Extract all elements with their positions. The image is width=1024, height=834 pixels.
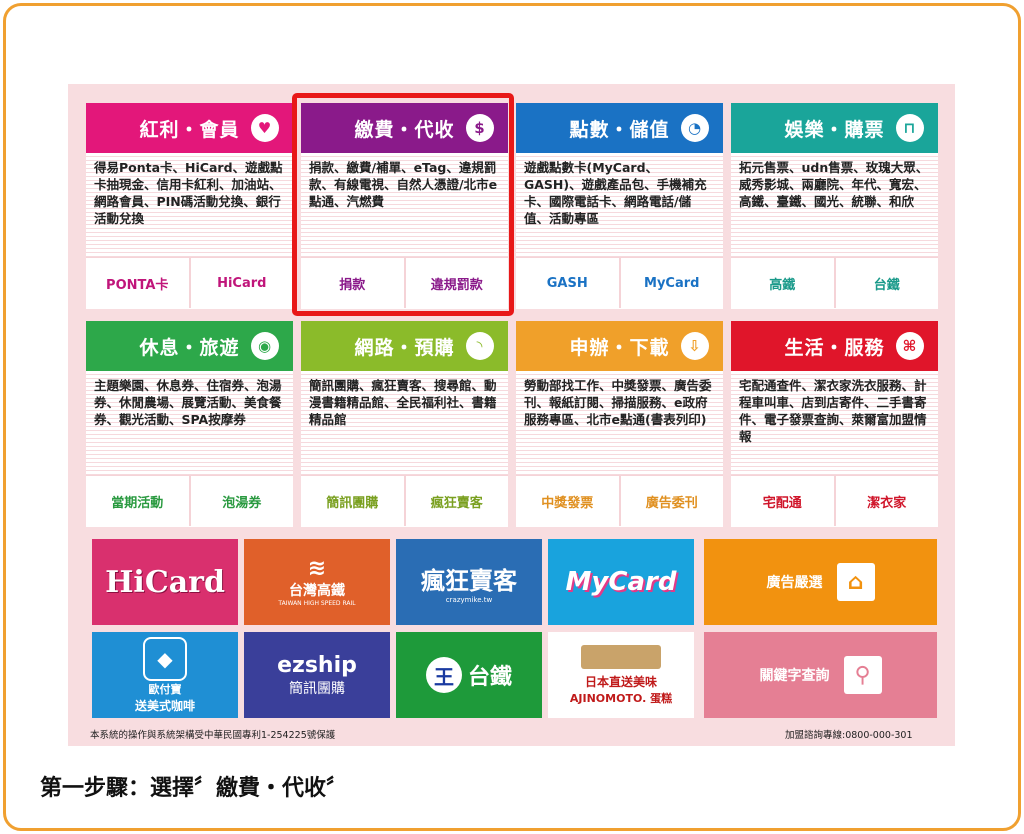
- hicard-logo: HiCard: [105, 564, 225, 600]
- category-link[interactable]: 台鐵: [835, 258, 938, 308]
- category-link[interactable]: MyCard: [620, 258, 723, 308]
- rss-icon: ◝: [466, 332, 494, 360]
- mycard-logo: MyCard: [565, 567, 677, 597]
- category-title: 休息・旅遊: [139, 336, 240, 359]
- category-links: 當期活動 泡湯券: [86, 475, 293, 526]
- thsr-en-label: TAIWAN HIGH SPEED RAIL: [278, 599, 356, 607]
- category-title: 生活・服務: [784, 336, 885, 359]
- category-links: 中獎發票 廣告委刊: [516, 475, 723, 526]
- category-card[interactable]: 紅利・會員 ♥ 得易Ponta卡、HiCard、遊戲點卡抽現金、信用卡紅利、加油站、…: [86, 103, 293, 309]
- category-card[interactable]: 娛樂・購票 ⊓ 拓元售票、udn售票、玫瑰大眾、威秀影城、兩廳院、年代、寬宏、高鐵、…: [731, 103, 938, 309]
- category-link[interactable]: 瘋狂賣客: [405, 476, 508, 526]
- selection-highlight: [292, 93, 514, 316]
- ajinomoto-line2: AJINOMOTO. 蛋糕: [569, 691, 673, 705]
- category-links: 宅配通 潔衣家: [731, 475, 938, 526]
- thsr-logo-icon: ≋: [307, 555, 327, 581]
- home-icon: ⌂: [836, 563, 875, 601]
- category-card[interactable]: 點數・儲值 ◔ 遊戲點數卡(MyCard、GASH)、遊戲產品包、手機補充卡、國際電…: [516, 103, 723, 309]
- opay-name: 歐付寶: [148, 682, 182, 696]
- pacman-icon: ◔: [681, 114, 709, 142]
- tra-logo-icon: 王: [425, 657, 462, 693]
- category-card[interactable]: 申辦・下載 ⇩ 勞動部找工作、中獎發票、廣告委刊、報紙訂閱、掃描服務、e政府服務專區…: [516, 321, 723, 527]
- heart-icon: ♥: [251, 114, 279, 142]
- ajinomoto-line1: 日本直送美味: [584, 674, 657, 689]
- category-link[interactable]: 高鐵: [731, 258, 834, 308]
- tra-tile[interactable]: 王 台鐵: [396, 632, 542, 718]
- search-icon: ⚲: [843, 656, 882, 694]
- category-card[interactable]: 網路・預購 ◝ 簡訊團購、瘋狂賣客、搜尋館、動漫書籍精品館、全民福利社、書籍精品館簡…: [301, 321, 508, 527]
- category-links: 簡訊團購 瘋狂賣客: [301, 475, 508, 526]
- camera-icon: ◉: [251, 332, 279, 360]
- category-title: 申辦・下載: [569, 336, 670, 359]
- category-header[interactable]: 生活・服務 ⌘: [731, 321, 938, 371]
- category-header[interactable]: 休息・旅遊 ◉: [86, 321, 293, 371]
- category-links: 高鐵 台鐵: [731, 257, 938, 308]
- ezship-tile[interactable]: ezship 簡訊團購: [244, 632, 390, 718]
- opay-sub: 送美式咖啡: [134, 698, 195, 713]
- patent-notice: 本系統的操作與系統架構受中華民國專利1-254225號保護: [90, 730, 336, 741]
- category-link[interactable]: 泡湯券: [190, 476, 293, 526]
- category-title: 點數・儲值: [569, 118, 670, 141]
- thsr-label: 台灣高鐵: [289, 582, 345, 599]
- step-caption: 第一步驟：選擇〞繳費・代收〞: [40, 776, 349, 801]
- cake-icon: [581, 644, 661, 669]
- category-link[interactable]: 中獎發票: [516, 476, 619, 526]
- category-link[interactable]: HiCard: [190, 258, 293, 308]
- category-title: 娛樂・購票: [784, 118, 885, 141]
- category-title: 紅利・會員: [139, 118, 240, 141]
- ad-select-label: 廣告嚴選: [766, 575, 823, 591]
- category-link[interactable]: 簡訊團購: [301, 476, 404, 526]
- category-link[interactable]: 當期活動: [86, 476, 189, 526]
- hicard-tile[interactable]: HiCard: [92, 539, 238, 625]
- ezship-sub: 簡訊團購: [289, 680, 345, 697]
- crazymike-sub: crazymike.tw: [445, 595, 493, 604]
- category-header[interactable]: 紅利・會員 ♥: [86, 103, 293, 153]
- category-card[interactable]: 生活・服務 ⌘ 宅配通查件、潔衣家洗衣服務、計程車叫車、店到店寄件、二手書寄件、電子…: [731, 321, 938, 527]
- command-icon: ⌘: [896, 332, 924, 360]
- category-header[interactable]: 網路・預購 ◝: [301, 321, 508, 371]
- category-link[interactable]: GASH: [516, 258, 619, 308]
- ad-select-tile[interactable]: 廣告嚴選 ⌂: [704, 539, 937, 625]
- crazymike-tile[interactable]: 瘋狂賣客 crazymike.tw: [396, 539, 542, 625]
- opay-tile[interactable]: ◆ 歐付寶 送美式咖啡: [92, 632, 238, 718]
- tra-label: 台鐵: [467, 665, 512, 690]
- category-title: 網路・預購: [354, 336, 455, 359]
- category-description: 拓元售票、udn售票、玫瑰大眾、威秀影城、兩廳院、年代、寬宏、高鐵、臺鐵、國光、…: [731, 153, 938, 257]
- crazymike-logo: 瘋狂賣客: [421, 566, 517, 595]
- category-link[interactable]: 廣告委刊: [620, 476, 723, 526]
- keyword-search-label: 關鍵字查詢: [759, 668, 830, 684]
- category-header[interactable]: 申辦・下載 ⇩: [516, 321, 723, 371]
- category-links: PONTA卡 HiCard: [86, 257, 293, 308]
- category-header[interactable]: 點數・儲值 ◔: [516, 103, 723, 153]
- category-links: GASH MyCard: [516, 257, 723, 308]
- category-description: 簡訊團購、瘋狂賣客、搜尋館、動漫書籍精品館、全民福利社、書籍精品館: [301, 371, 508, 475]
- category-description: 宅配通查件、潔衣家洗衣服務、計程車叫車、店到店寄件、二手書寄件、電子發票查詢、萊…: [731, 371, 938, 475]
- category-link[interactable]: 潔衣家: [835, 476, 938, 526]
- ezship-logo: ezship: [277, 652, 357, 678]
- category-link[interactable]: PONTA卡: [86, 258, 189, 308]
- category-description: 勞動部找工作、中獎發票、廣告委刊、報紙訂閱、掃描服務、e政府服務專區、北市e點通…: [516, 371, 723, 475]
- franchise-hotline: 加盟諮詢專線:0800-000-301: [785, 730, 913, 741]
- category-description: 得易Ponta卡、HiCard、遊戲點卡抽現金、信用卡紅利、加油站、網路會員、P…: [86, 153, 293, 257]
- category-description: 主題樂園、休息券、住宿券、泡湯券、休閒農場、展覽活動、美食餐券、觀光活動、SPA…: [86, 371, 293, 475]
- category-header[interactable]: 娛樂・購票 ⊓: [731, 103, 938, 153]
- keyword-search-tile[interactable]: 關鍵字查詢 ⚲: [704, 632, 937, 718]
- ajinomoto-tile[interactable]: 日本直送美味 AJINOMOTO. 蛋糕: [548, 632, 694, 718]
- category-link[interactable]: 宅配通: [731, 476, 834, 526]
- download-icon: ⇩: [681, 332, 709, 360]
- category-description: 遊戲點數卡(MyCard、GASH)、遊戲產品包、手機補充卡、國際電話卡、網路電…: [516, 153, 723, 257]
- category-card[interactable]: 休息・旅遊 ◉ 主題樂園、休息券、住宿券、泡湯券、休閒農場、展覽活動、美食餐券、觀光…: [86, 321, 293, 527]
- mycard-tile[interactable]: MyCard: [548, 539, 694, 625]
- opay-logo-icon: ◆: [143, 636, 187, 681]
- thsr-tile[interactable]: ≋ 台灣高鐵 TAIWAN HIGH SPEED RAIL: [244, 539, 390, 625]
- basket-icon: ⊓: [896, 114, 924, 142]
